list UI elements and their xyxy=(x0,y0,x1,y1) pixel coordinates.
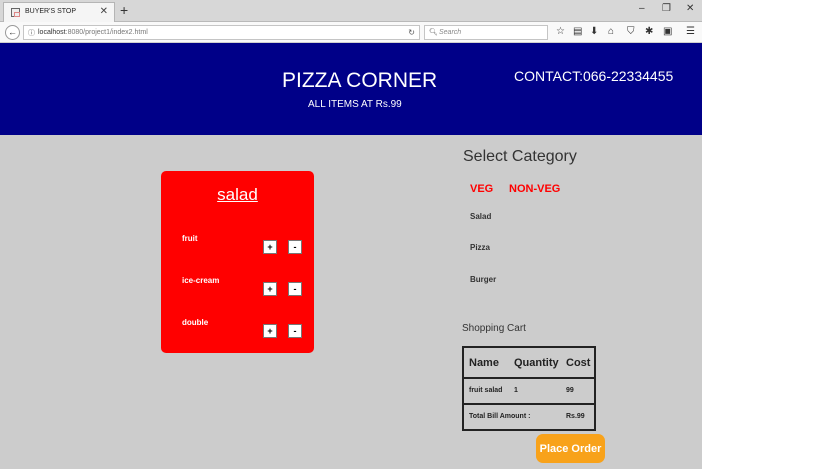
decrease-button[interactable]: - xyxy=(288,282,302,296)
search-placeholder: Search xyxy=(439,29,462,36)
browser-window: BUYER'S STOP ✕ + – ❐ ✕ ← ⓘ localhost:808… xyxy=(0,0,702,469)
address-bar[interactable]: ⓘ localhost:8080/project1/index2.html ↻ xyxy=(23,25,420,40)
category-item-salad[interactable]: Salad xyxy=(470,212,491,221)
menu-item-name: fruit xyxy=(182,234,198,243)
menu-item-name: double xyxy=(182,318,209,327)
contact-info: CONTACT:066-22334455 xyxy=(514,68,674,84)
category-heading: Select Category xyxy=(463,148,577,165)
nav-toolbar: ← ⓘ localhost:8080/project1/index2.html … xyxy=(0,22,702,43)
menu-item: fruit + - xyxy=(161,234,314,254)
reload-icon[interactable]: ↻ xyxy=(408,28,415,37)
menu-item-name: ice-cream xyxy=(182,276,220,285)
downloads-icon[interactable]: ⬇ xyxy=(590,26,598,38)
close-tab-icon[interactable]: ✕ xyxy=(100,6,108,17)
menu-item: ice-cream + - xyxy=(161,276,314,296)
cart-column-name: Name xyxy=(469,357,499,369)
bookmark-star-icon[interactable]: ☆ xyxy=(556,26,565,38)
back-icon[interactable]: ← xyxy=(5,25,20,40)
decrease-button[interactable]: - xyxy=(288,240,302,254)
browser-tab[interactable]: BUYER'S STOP ✕ xyxy=(3,2,115,22)
cart-item-quantity: 1 xyxy=(514,387,518,394)
search-input[interactable]: 🔍︎ Search xyxy=(424,25,548,40)
increase-button[interactable]: + xyxy=(263,240,277,254)
reading-list-icon[interactable]: ▤ xyxy=(573,26,582,38)
extension-icon[interactable]: ✱ xyxy=(645,26,653,38)
category-item-pizza[interactable]: Pizza xyxy=(470,243,490,252)
place-order-button[interactable]: Place Order xyxy=(536,434,605,463)
url-text: localhost:8080/project1/index2.html xyxy=(38,29,148,36)
cart-table: Name Quantity Cost fruit salad 1 99 Tota… xyxy=(462,346,596,431)
cart-item-cost: 99 xyxy=(566,387,574,394)
cart-heading: Shopping Cart xyxy=(462,323,526,334)
cart-total-row: Total Bill Amount : Rs.99 xyxy=(464,405,594,429)
total-label: Total Bill Amount : xyxy=(469,413,531,420)
cart-header-row: Name Quantity Cost xyxy=(464,348,594,379)
menu-icon[interactable]: ☰ xyxy=(686,26,695,38)
menu-item: double + - xyxy=(161,318,314,338)
minimize-icon[interactable]: – xyxy=(639,3,645,14)
cart-column-quantity: Quantity xyxy=(514,357,559,369)
decrease-button[interactable]: - xyxy=(288,324,302,338)
cart-column-cost: Cost xyxy=(566,357,591,369)
url-path: :8080/project1/index2.html xyxy=(65,29,148,36)
screenshot-icon[interactable]: ▣ xyxy=(663,26,672,38)
menu-card: salad fruit + - ice-cream + - double + - xyxy=(161,171,314,353)
url-host: localhost xyxy=(38,29,66,36)
tab-strip: BUYER'S STOP ✕ + – ❐ ✕ xyxy=(0,0,702,22)
pocket-icon[interactable]: ⛉ xyxy=(627,26,635,38)
card-title: salad xyxy=(217,185,258,204)
site-subtitle: ALL ITEMS AT Rs.99 xyxy=(308,99,402,110)
site-title: PIZZA CORNER xyxy=(282,69,438,92)
restore-icon[interactable]: ❐ xyxy=(662,3,671,14)
page-header: PIZZA CORNER ALL ITEMS AT Rs.99 CONTACT:… xyxy=(0,43,702,135)
site-info-icon[interactable]: ⓘ xyxy=(28,28,35,38)
tab-veg[interactable]: VEG xyxy=(470,183,493,195)
close-window-icon[interactable]: ✕ xyxy=(686,3,694,14)
search-icon: 🔍︎ xyxy=(429,29,438,36)
increase-button[interactable]: + xyxy=(263,282,277,296)
category-item-burger[interactable]: Burger xyxy=(470,275,496,284)
cart-item-row: fruit salad 1 99 xyxy=(464,379,594,405)
increase-button[interactable]: + xyxy=(263,324,277,338)
new-tab-icon[interactable]: + xyxy=(120,2,128,18)
total-value: Rs.99 xyxy=(566,413,585,420)
home-icon[interactable]: ⌂ xyxy=(608,26,614,38)
cart-item-name: fruit salad xyxy=(469,387,503,394)
tab-title: BUYER'S STOP xyxy=(25,8,76,15)
tab-non-veg[interactable]: NON-VEG xyxy=(509,183,560,195)
page-favicon-icon xyxy=(11,8,20,17)
